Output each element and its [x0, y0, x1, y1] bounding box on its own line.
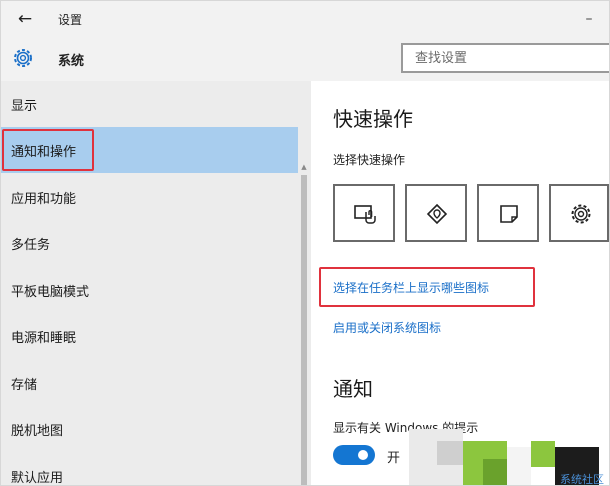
quick-action-tablet-mode[interactable] — [333, 184, 395, 242]
search-box[interactable] — [401, 43, 609, 73]
annotation-box — [2, 129, 94, 171]
annotation-box — [319, 267, 535, 307]
watermark-text: 系统社区 — [560, 473, 604, 486]
gear-icon — [14, 49, 32, 67]
quick-action-note[interactable] — [477, 184, 539, 242]
quick-action-location[interactable] — [405, 184, 467, 242]
sidebar-scrollbar[interactable]: ▲ — [300, 163, 308, 485]
notifications-heading: 通知 — [333, 377, 373, 401]
tips-toggle[interactable] — [333, 445, 375, 465]
sidebar-item-label: 电源和睡眠 — [11, 331, 77, 346]
sidebar-item-power-sleep[interactable]: 电源和睡眠 — [1, 313, 298, 359]
watermark-block — [507, 447, 531, 485]
page-title: 系统 — [58, 54, 85, 69]
sidebar-item-label: 应用和功能 — [11, 192, 77, 207]
system-icons-link[interactable]: 启用或关闭系统图标 — [333, 319, 441, 336]
sidebar-item-storage[interactable]: 存储 — [1, 360, 298, 406]
toggle-knob — [358, 450, 368, 460]
sidebar-item-label: 平板电脑模式 — [11, 285, 90, 300]
search-input[interactable] — [403, 45, 609, 71]
title-bar: ← 设置 – — [1, 1, 609, 37]
watermark-block — [531, 441, 555, 467]
quick-actions-heading: 快速操作 — [333, 107, 413, 131]
minimize-button[interactable]: – — [581, 9, 597, 29]
scrollbar-thumb[interactable] — [301, 175, 307, 485]
watermark-block — [437, 441, 463, 465]
sidebar-item-label: 存储 — [11, 378, 38, 393]
settings-gear-icon — [571, 204, 591, 224]
quick-action-settings[interactable] — [549, 184, 609, 242]
sidebar-item-label: 默认应用 — [11, 471, 64, 486]
sidebar-item-offline-maps[interactable]: 脱机地图 — [1, 406, 298, 452]
sidebar-item-label: 多任务 — [11, 238, 51, 253]
sidebar-item-tablet-mode[interactable]: 平板电脑模式 — [1, 267, 298, 313]
sidebar-item-default-apps[interactable]: 默认应用 — [1, 453, 298, 486]
tablet-mode-icon — [354, 205, 376, 224]
sidebar-item-display[interactable]: 显示 — [1, 81, 298, 127]
sidebar-item-apps-features[interactable]: 应用和功能 — [1, 174, 298, 220]
toggle-state-label: 开 — [387, 451, 401, 466]
sidebar-item-label: 显示 — [11, 99, 38, 114]
note-icon — [500, 205, 518, 223]
sidebar-item-label: 脱机地图 — [11, 424, 64, 439]
page-header: 系统 — [1, 37, 609, 81]
app-title: 设置 — [58, 13, 83, 27]
quick-actions-subtitle: 选择快速操作 — [333, 153, 406, 167]
scroll-up-icon[interactable]: ▲ — [300, 163, 308, 171]
settings-window: ← 设置 – 系统 显示 通知和操作 应用和功能 多任务 平板电脑模式 电源和睡… — [0, 0, 610, 486]
location-icon — [426, 203, 448, 225]
sidebar-item-multitasking[interactable]: 多任务 — [1, 220, 298, 266]
watermark-block — [483, 459, 507, 485]
back-arrow-icon[interactable]: ← — [15, 9, 35, 29]
